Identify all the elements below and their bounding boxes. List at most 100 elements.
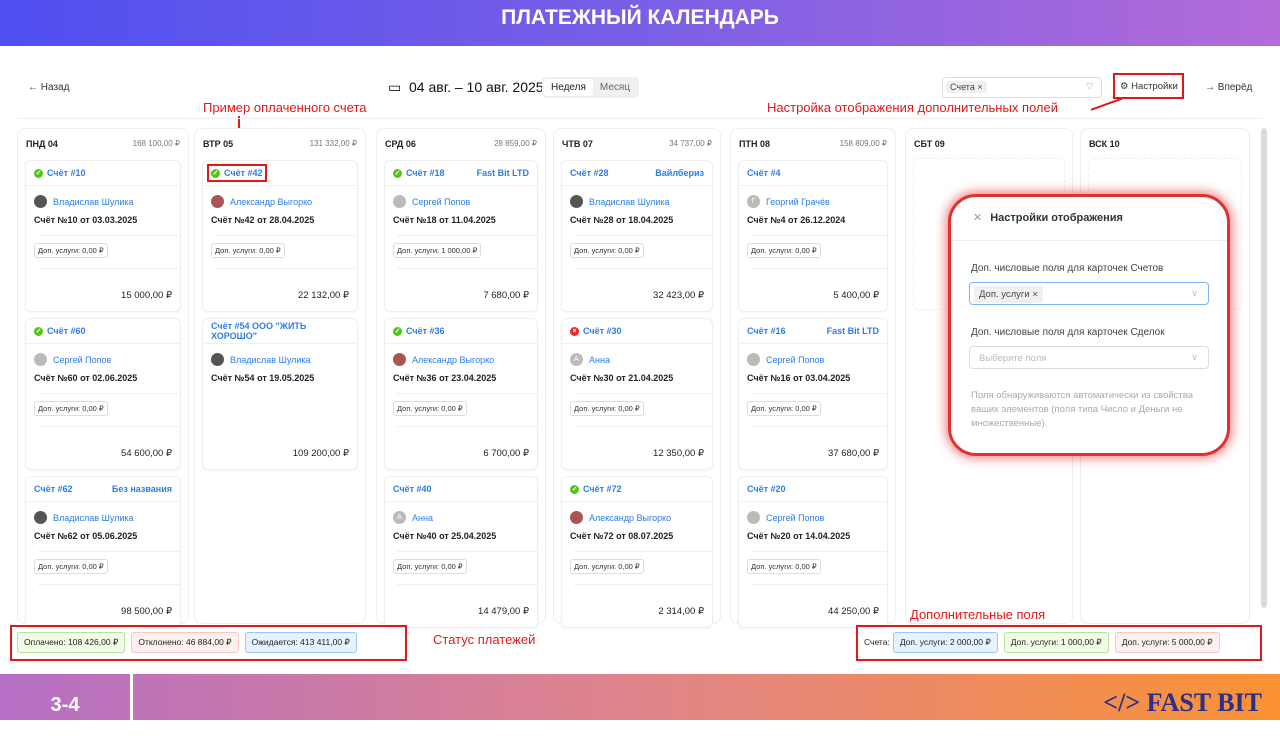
filter-chip-label: Счета	[950, 82, 975, 92]
invoice-card[interactable]: ✓ Счёт #10 Владислав Шулика Счёт №10 от 03.…	[25, 160, 181, 312]
invoice-card[interactable]: ✓ Счёт #36 Александр Выгорко Счёт №36 от 23…	[384, 318, 538, 470]
footer-band: 3-4 </> FAST BIT	[0, 674, 1280, 720]
company-link[interactable]: Fast Bit LTD	[827, 326, 879, 336]
settings-button[interactable]: ⚙ Настройки	[1113, 73, 1184, 99]
avatar: А	[393, 511, 406, 524]
person-link[interactable]: Сергей Попов	[53, 355, 111, 365]
avatar	[747, 353, 760, 366]
invoice-card[interactable]: Счёт #20 Сергей Попов Счёт №20 от 14.04.20…	[738, 476, 888, 628]
day-header: СБТ 09	[906, 129, 1072, 149]
invoice-card[interactable]: Счёт #40 А Анна Счёт №40 от 25.04.2025 Доп. …	[384, 476, 538, 628]
invoice-link[interactable]: Счёт #60	[47, 326, 86, 336]
person-link[interactable]: Александр Выгорко	[589, 513, 671, 523]
divider	[38, 393, 180, 394]
person-link[interactable]: Георгий Грачёв	[766, 197, 830, 207]
tab-month[interactable]: Месяц	[593, 79, 637, 96]
extra-total: Доп. услуги: 1 000,00 ₽	[1003, 632, 1109, 653]
invoice-card[interactable]: ✓ Счёт #18 Fast Bit LTD Сергей Попов Счёт №1…	[384, 160, 538, 312]
card-title-wrap: Счёт #20	[747, 484, 786, 494]
divider	[397, 393, 537, 394]
invoice-link[interactable]: Счёт #62	[34, 484, 73, 494]
day-header: ВТР 05 131 332,00 ₽	[195, 129, 365, 149]
person-link[interactable]: Владислав Шулика	[589, 197, 670, 207]
invoice-link[interactable]: Счёт #16	[747, 326, 786, 336]
close-icon[interactable]: ×	[1032, 289, 1038, 300]
invoice-link[interactable]: Счёт #10	[47, 168, 86, 178]
invoice-name: Счёт №16 от 03.04.2025	[747, 373, 851, 383]
invoice-name: Счёт №42 от 28.04.2025	[211, 215, 315, 225]
responsible-person: Александр Выгорко	[385, 344, 537, 366]
avatar: Г	[747, 195, 760, 208]
responsible-person: А Анна	[562, 344, 712, 366]
person-link[interactable]: Сергей Попов	[766, 513, 824, 523]
invoice-link[interactable]: Счёт #72	[583, 484, 622, 494]
person-link[interactable]: Сергей Попов	[412, 197, 470, 207]
card-title-wrap: × Счёт #30	[570, 326, 622, 336]
card-header: Счёт #16 Fast Bit LTD	[739, 319, 887, 344]
tab-week[interactable]: Неделя	[544, 79, 593, 96]
deal-fields-select[interactable]: Выберите поля ∨	[969, 346, 1209, 369]
invoice-card[interactable]: Счёт #16 Fast Bit LTD Сергей Попов Счёт №16…	[738, 318, 888, 470]
person-link[interactable]: Владислав Шулика	[230, 355, 311, 365]
invoice-card[interactable]: ✓ Счёт #72 Александр Выгорко Счёт №72 от 08…	[561, 476, 713, 628]
invoice-name: Счёт №18 от 11.04.2025	[393, 215, 496, 225]
person-link[interactable]: Анна	[412, 513, 433, 523]
back-button[interactable]: ← Назад	[28, 82, 69, 93]
divider	[17, 118, 1263, 119]
invoice-name: Счёт №36 от 23.04.2025	[393, 373, 497, 383]
card-header: Счёт #4	[739, 161, 887, 186]
person-link[interactable]: Анна	[589, 355, 610, 365]
extra-label: Счета:	[864, 637, 890, 647]
close-icon[interactable]: ×	[977, 82, 982, 92]
invoice-link[interactable]: Счёт #42	[224, 168, 263, 178]
day-label: ВТР 05	[203, 139, 234, 149]
paid-check-icon: ✓	[393, 168, 402, 178]
invoice-link[interactable]: Счёт #40	[393, 484, 432, 494]
type-filter[interactable]: Счета × ▽	[942, 77, 1102, 98]
card-header: Счёт #28 Вайлбериз	[562, 161, 712, 186]
card-header: × Счёт #30	[562, 319, 712, 344]
company-link[interactable]: Вайлбериз	[655, 168, 704, 178]
avatar: А	[570, 353, 583, 366]
invoice-fields-select[interactable]: Доп. услуги × ∨	[969, 282, 1209, 305]
display-settings-modal: ✕ Настройки отображения Доп. числовые пол…	[948, 194, 1230, 456]
person-link[interactable]: Сергей Попов	[766, 355, 824, 365]
close-icon[interactable]: ✕	[973, 212, 982, 224]
divider	[215, 268, 357, 269]
day-column: ПТН 08 158 809,00 ₽ Счёт #4 Г Георгий Грачёв…	[730, 128, 896, 628]
forward-button[interactable]: → Вперёд	[1205, 82, 1252, 93]
invoice-link[interactable]: Счёт #36	[406, 326, 445, 336]
invoice-link[interactable]: Счёт #4	[747, 168, 781, 178]
settings-label: Настройки	[1131, 81, 1178, 92]
calendar-icon: ▭	[388, 79, 402, 95]
invoice-card[interactable]: ✓ Счёт #42 Александр Выгорко Счёт №42 от 28…	[202, 160, 358, 312]
day-column: ЧТВ 07 34 737,00 ₽ Счёт #28 Вайлбериз Владис…	[553, 128, 721, 628]
card-header: ✓ Счёт #36	[385, 319, 537, 344]
invoice-link[interactable]: Счёт #20	[747, 484, 786, 494]
person-link[interactable]: Александр Выгорко	[230, 197, 312, 207]
invoice-card[interactable]: Счёт #4 Г Георгий Грачёв Счёт №4 от 26.12.2…	[738, 160, 888, 312]
invoice-link[interactable]: Счёт #54 ООО "ЖИТЬ ХОРОШО"	[211, 321, 349, 341]
person-link[interactable]: Владислав Шулика	[53, 197, 134, 207]
extra-field-tag: Доп. услуги: 0,00 ₽	[211, 243, 285, 258]
invoice-name: Счёт №62 от 05.06.2025	[34, 531, 138, 541]
invoice-card[interactable]: Счёт #62 Без названия Владислав Шулика Счёт…	[25, 476, 181, 628]
invoice-card[interactable]: Счёт #28 Вайлбериз Владислав Шулика Счёт №2…	[561, 160, 713, 312]
invoice-card[interactable]: ✓ Счёт #60 Сергей Попов Счёт №60 от 02.06.2…	[25, 318, 181, 470]
invoice-card[interactable]: × Счёт #30 А Анна Счёт №30 от 21.04.2025 Доп.…	[561, 318, 713, 470]
avatar	[34, 511, 47, 524]
divider	[574, 551, 712, 552]
paid-check-icon: ✓	[570, 484, 579, 494]
company-link[interactable]: Без названия	[112, 484, 172, 494]
person-link[interactable]: Владислав Шулика	[53, 513, 134, 523]
invoice-card[interactable]: Счёт #54 ООО "ЖИТЬ ХОРОШО" Владислав Шули…	[202, 318, 358, 470]
scrollbar[interactable]	[1261, 128, 1267, 608]
arrow-left-icon: ←	[28, 82, 38, 93]
invoice-link[interactable]: Счёт #30	[583, 326, 622, 336]
person-link[interactable]: Александр Выгорко	[412, 355, 494, 365]
logo: </> FAST BIT	[1103, 688, 1262, 717]
invoice-link[interactable]: Счёт #28	[570, 168, 609, 178]
company-link[interactable]: Fast Bit LTD	[477, 168, 529, 178]
extra-field-tag: Доп. услуги: 1 000,00 ₽	[393, 243, 482, 258]
invoice-link[interactable]: Счёт #18	[406, 168, 445, 178]
